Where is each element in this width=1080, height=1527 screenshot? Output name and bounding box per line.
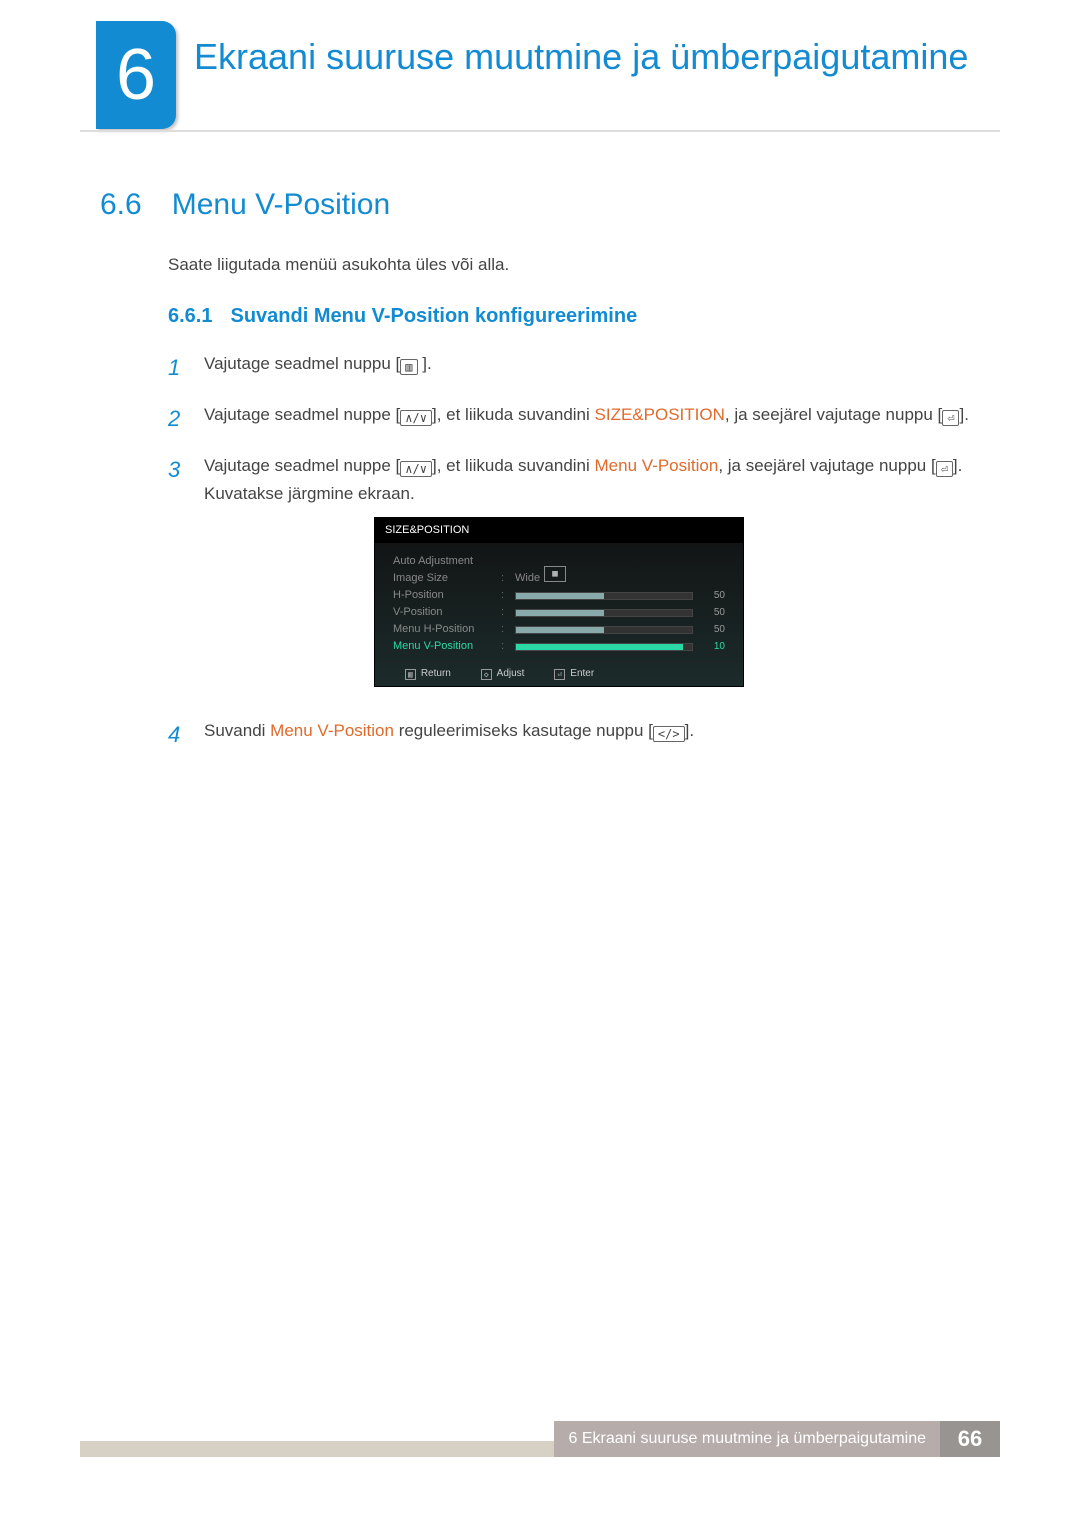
osd-row-v-position: V-Position : 50 bbox=[393, 604, 725, 621]
step-2: 2 Vajutage seadmel nuppe [∧/∨], et liiku… bbox=[168, 401, 980, 436]
updown-icon: ∧/∨ bbox=[400, 410, 432, 426]
leftright-icon: ◇ bbox=[481, 669, 492, 681]
enter-icon: ⏎ bbox=[936, 461, 953, 477]
osd-label: Auto Adjustment bbox=[393, 553, 493, 571]
osd-row-h-position: H-Position : 50 bbox=[393, 587, 725, 604]
section-number: 6.6 bbox=[100, 188, 142, 222]
osd-slider bbox=[515, 609, 693, 617]
step-number: 3 bbox=[168, 452, 188, 701]
keyword-size-position: SIZE&POSITION bbox=[595, 405, 725, 424]
step-1: 1 Vajutage seadmel nuppu [▥ ]. bbox=[168, 350, 980, 385]
osd-footer-adjust: ◇ Adjust bbox=[481, 666, 525, 682]
subsection-title: Suvandi Menu V-Position konfigureerimine bbox=[230, 305, 637, 328]
enter-icon: ⏎ bbox=[942, 410, 959, 426]
osd-value: 50 bbox=[701, 605, 725, 621]
osd-title: SIZE&POSITION bbox=[375, 518, 743, 544]
step-text: Suvandi Menu V-Position reguleerimiseks … bbox=[204, 717, 980, 752]
step-list: 1 Vajutage seadmel nuppu [▥ ]. 2 Vajutag… bbox=[168, 350, 980, 769]
osd-label: Menu H-Position bbox=[393, 621, 493, 639]
osd-slider bbox=[515, 626, 693, 634]
osd-value: 50 bbox=[701, 588, 725, 604]
keyword-menu-v-position: Menu V-Position bbox=[270, 721, 394, 740]
osd-row-menu-v-position: Menu V-Position : 10 bbox=[393, 638, 725, 655]
chapter-title: Ekraani suuruse muutmine ja ümberpaiguta… bbox=[194, 36, 1000, 77]
menu-icon: ▥ bbox=[405, 669, 416, 681]
step-number: 2 bbox=[168, 401, 188, 436]
leftright-icon: </> bbox=[653, 726, 685, 742]
step-text: Vajutage seadmel nuppe [∧/∨], et liikuda… bbox=[204, 452, 980, 701]
step-3: 3 Vajutage seadmel nuppe [∧/∨], et liiku… bbox=[168, 452, 980, 701]
chapter-number-badge: 6 bbox=[96, 21, 176, 129]
osd-footer-return: ▥ Return bbox=[405, 666, 451, 682]
footer-chapter-label: 6 Ekraani suuruse muutmine ja ümberpaigu… bbox=[554, 1421, 940, 1457]
chapter-underline bbox=[80, 130, 1000, 132]
step-text: Vajutage seadmel nuppe [∧/∨], et liikuda… bbox=[204, 401, 980, 436]
osd-slider-active bbox=[515, 643, 693, 651]
osd-label: H-Position bbox=[393, 587, 493, 605]
updown-icon: ∧/∨ bbox=[400, 461, 432, 477]
osd-row-menu-h-position: Menu H-Position : 50 bbox=[393, 621, 725, 638]
osd-body: Auto Adjustment Image Size : Wide H-Posi… bbox=[375, 543, 743, 661]
keyword-menu-v-position: Menu V-Position bbox=[595, 456, 719, 475]
osd-value: Wide bbox=[515, 570, 540, 588]
page-number: 66 bbox=[940, 1421, 1000, 1457]
osd-footer: ▥ Return ◇ Adjust ⏎ Enter bbox=[375, 661, 743, 686]
osd-label: V-Position bbox=[393, 604, 493, 622]
osd-label: Image Size bbox=[393, 570, 493, 588]
osd-category-icon: ▦ bbox=[544, 566, 566, 582]
osd-value-active: 10 bbox=[701, 639, 725, 655]
osd-screenshot: SIZE&POSITION Auto Adjustment Image Size… bbox=[374, 517, 744, 688]
subsection-number: 6.6.1 bbox=[168, 305, 212, 328]
section-description: Saate liigutada menüü asukohta üles või … bbox=[168, 255, 980, 275]
osd-footer-enter: ⏎ Enter bbox=[554, 666, 594, 682]
osd-label-active: Menu V-Position bbox=[393, 638, 493, 656]
menu-icon: ▥ bbox=[400, 359, 417, 375]
osd-value: 50 bbox=[701, 622, 725, 638]
step-text: Vajutage seadmel nuppu [▥ ]. bbox=[204, 350, 980, 385]
step-4: 4 Suvandi Menu V-Position reguleerimisek… bbox=[168, 717, 980, 752]
enter-icon: ⏎ bbox=[554, 669, 565, 681]
section-title: Menu V-Position bbox=[172, 188, 390, 222]
step-number: 4 bbox=[168, 717, 188, 752]
subsection-heading: 6.6.1 Suvandi Menu V-Position konfiguree… bbox=[168, 305, 980, 328]
section-heading: 6.6 Menu V-Position bbox=[100, 188, 1000, 222]
step-number: 1 bbox=[168, 350, 188, 385]
osd-slider bbox=[515, 592, 693, 600]
